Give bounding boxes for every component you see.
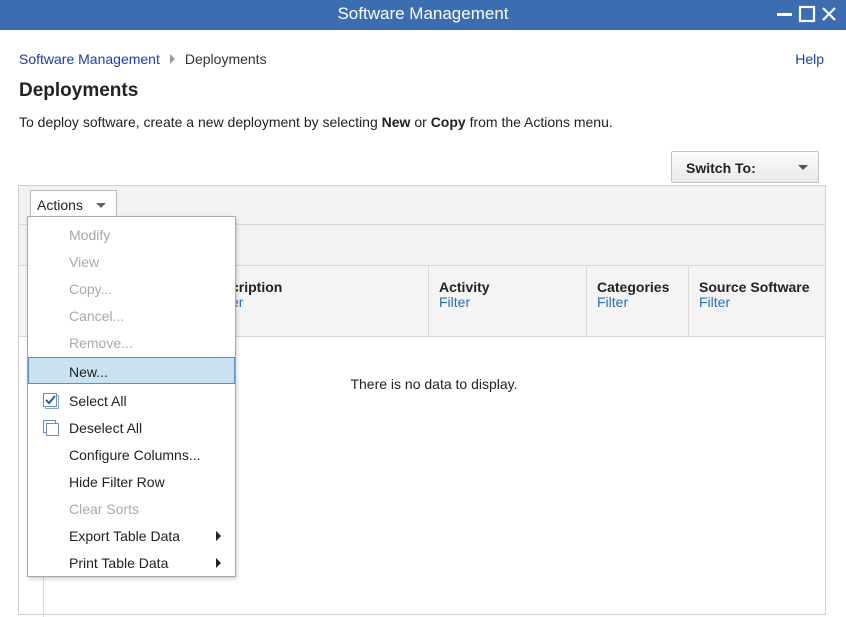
- menu-item-print-table-data[interactable]: Print Table Data: [28, 548, 235, 575]
- menu-item-copy[interactable]: Copy...: [28, 274, 235, 301]
- menu-item-view[interactable]: View: [28, 247, 235, 274]
- chevron-down-icon: [798, 165, 808, 170]
- submenu-arrow-icon: [216, 558, 221, 568]
- breadcrumb: Software Management Deployments: [19, 51, 267, 67]
- menu-item-hide-filter-row[interactable]: Hide Filter Row: [28, 467, 235, 494]
- column-filter-link[interactable]: Filter: [699, 294, 730, 310]
- menu-item-label: Remove...: [69, 335, 133, 351]
- menu-item-remove[interactable]: Remove...: [28, 328, 235, 355]
- menu-item-label: Select All: [69, 393, 127, 409]
- breadcrumb-separator-icon: [169, 54, 175, 64]
- column-source-software[interactable]: Source Software Filter: [688, 266, 825, 337]
- help-link[interactable]: Help: [795, 51, 824, 67]
- intro-post: from the Actions menu.: [465, 114, 613, 130]
- window-titlebar: Software Management: [0, 0, 846, 30]
- menu-item-export-table-data[interactable]: Export Table Data: [28, 521, 235, 548]
- menu-item-label: Modify: [69, 227, 111, 243]
- menu-item-label: Configure Columns...: [69, 447, 201, 463]
- menu-item-modify[interactable]: Modify: [28, 220, 235, 247]
- column-header-label: cription: [231, 279, 283, 295]
- menu-item-deselect-all[interactable]: Deselect All: [28, 413, 235, 440]
- menu-item-label: Print Table Data: [69, 555, 169, 571]
- column-header-label: Categories: [597, 279, 670, 295]
- intro-copy: Copy: [430, 114, 466, 130]
- select-all-icon: [43, 393, 59, 409]
- maximize-icon[interactable]: [798, 5, 816, 23]
- menu-item-new[interactable]: New...: [28, 357, 235, 384]
- menu-item-label: View: [69, 254, 100, 270]
- actions-dropdown-menu: Modify View Copy... Cancel... Remove... …: [27, 216, 236, 577]
- menu-item-configure-columns[interactable]: Configure Columns...: [28, 440, 235, 467]
- menu-item-label: New...: [69, 364, 108, 380]
- column-activity[interactable]: Activity Filter: [428, 266, 586, 337]
- column-header-label: Source Software: [699, 279, 810, 295]
- menu-item-cancel[interactable]: Cancel...: [28, 301, 235, 328]
- close-icon[interactable]: [820, 5, 838, 23]
- menu-item-label: Copy...: [69, 281, 113, 297]
- menu-item-label: Cancel...: [69, 308, 125, 324]
- menu-item-label: Deselect All: [69, 420, 143, 436]
- actions-label: Actions: [37, 197, 83, 213]
- intro-mid: or: [410, 114, 431, 130]
- actions-menu-button[interactable]: Actions: [30, 190, 117, 218]
- menu-item-label: Hide Filter Row: [69, 474, 165, 490]
- column-filter-link[interactable]: Filter: [439, 294, 470, 310]
- breadcrumb-root-link[interactable]: Software Management: [19, 51, 160, 67]
- column-description[interactable]: cription er: [219, 266, 428, 337]
- intro-pre: To deploy software, create a new deploym…: [19, 114, 382, 130]
- column-header-label: Activity: [439, 279, 490, 295]
- switch-to-label: Switch To:: [686, 160, 756, 176]
- column-filter-link[interactable]: Filter: [597, 294, 628, 310]
- intro-text: To deploy software, create a new deploym…: [19, 114, 613, 130]
- menu-item-label: Export Table Data: [69, 528, 181, 544]
- page-title: Deployments: [19, 80, 139, 101]
- chevron-down-icon: [96, 203, 106, 208]
- breadcrumb-current: Deployments: [184, 51, 267, 67]
- switch-to-dropdown[interactable]: Switch To:: [671, 151, 819, 183]
- menu-item-label: Clear Sorts: [69, 501, 140, 517]
- menu-item-select-all[interactable]: Select All: [28, 386, 235, 413]
- minimize-icon[interactable]: [776, 5, 794, 23]
- column-categories[interactable]: Categories Filter: [586, 266, 688, 337]
- submenu-arrow-icon: [216, 531, 221, 541]
- intro-new: New: [381, 114, 411, 130]
- window-title: Software Management: [337, 4, 509, 23]
- deselect-all-icon: [43, 420, 59, 436]
- menu-item-clear-sorts[interactable]: Clear Sorts: [28, 494, 235, 521]
